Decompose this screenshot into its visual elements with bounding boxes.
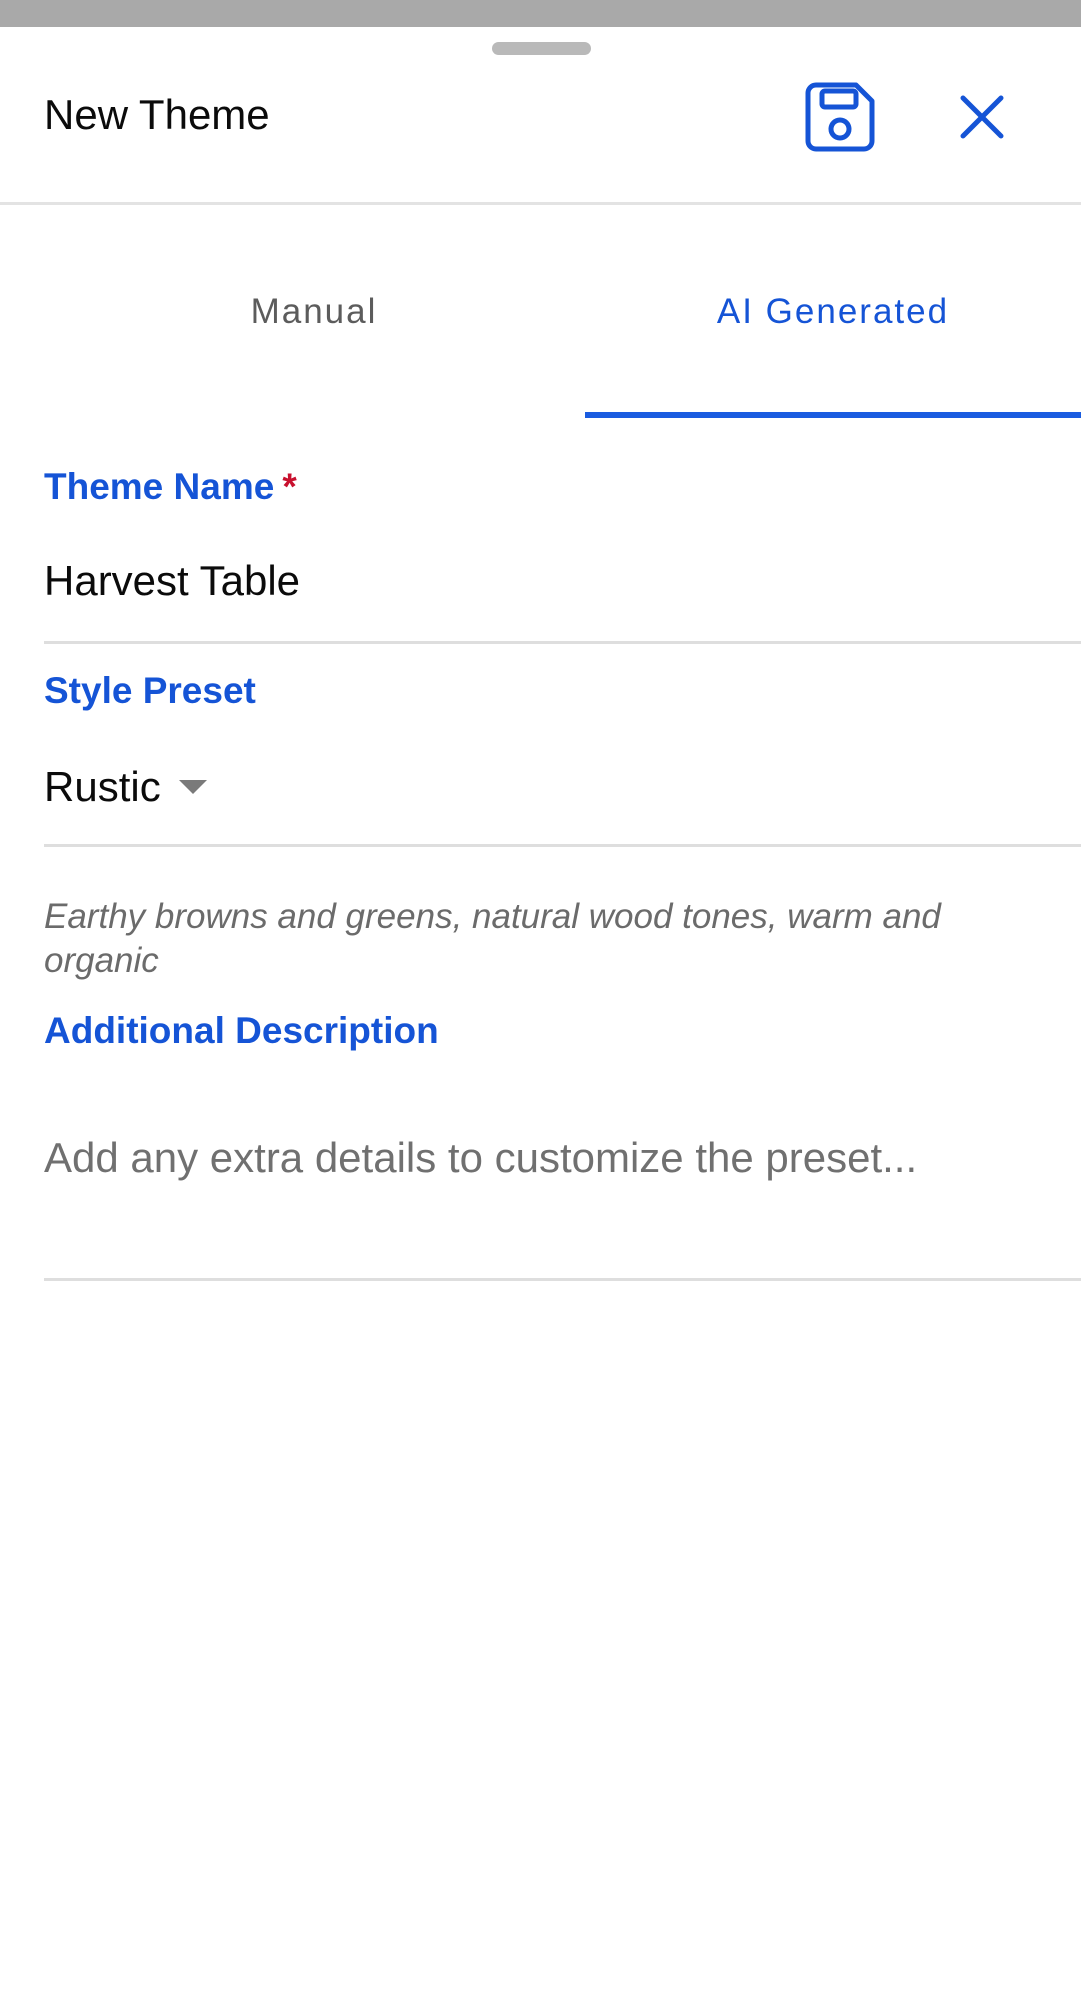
style-preset-underline (44, 844, 1081, 847)
style-preset-description: Earthy browns and greens, natural wood t… (44, 897, 941, 980)
page-title: New Theme (44, 91, 270, 138)
theme-name-label: Theme Name * (44, 465, 297, 509)
style-preset-label: Style Preset (44, 670, 256, 711)
bottom-sheet: New Theme Manual AI Generated Theme Name… (0, 27, 1081, 1999)
page: New Theme Manual AI Generated Theme Name… (0, 0, 1081, 1999)
close-icon (960, 95, 1004, 139)
tab-manual[interactable]: Manual (44, 262, 584, 382)
additional-description-input[interactable] (44, 1132, 1044, 1282)
tab-bar: Manual AI Generated (0, 262, 1081, 382)
additional-description-underline (44, 1278, 1081, 1281)
required-marker: * (282, 466, 297, 507)
style-preset-value: Rustic (44, 763, 161, 810)
style-preset-dropdown[interactable]: Rustic (44, 757, 207, 817)
caret-down-icon (178, 780, 207, 794)
tab-ai-generated[interactable]: AI Generated (585, 262, 1081, 382)
save-button[interactable] (802, 79, 878, 155)
save-icon (805, 82, 875, 152)
sheet-header: New Theme (0, 27, 1081, 205)
additional-description-label: Additional Description (44, 1010, 439, 1051)
theme-name-label-text: Theme Name (44, 466, 275, 507)
theme-name-underline (44, 641, 1081, 644)
close-button[interactable] (952, 87, 1012, 147)
theme-name-input[interactable] (44, 555, 1044, 607)
background-overlay (0, 0, 1081, 27)
active-tab-indicator (585, 412, 1081, 418)
